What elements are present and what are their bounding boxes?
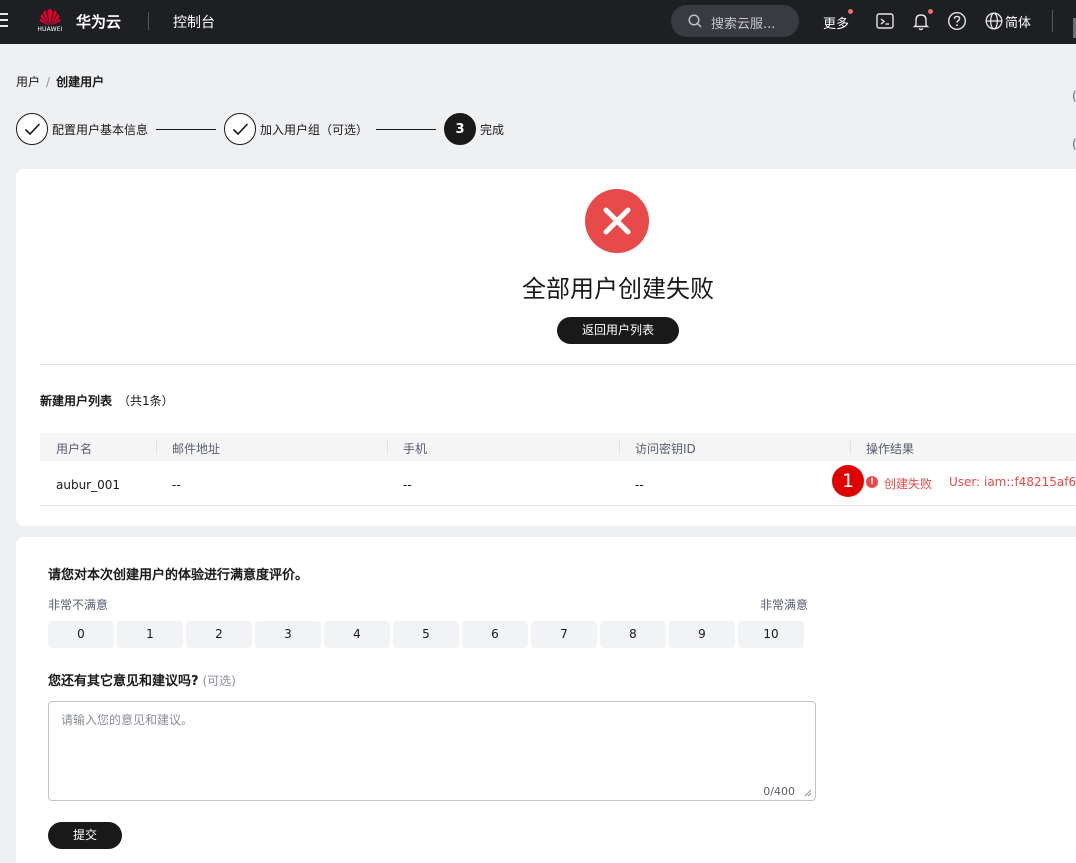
score-8-button[interactable]: 8 bbox=[600, 621, 666, 648]
logo-wordmark: HUAWEI bbox=[37, 26, 63, 33]
scale-high-label: 非常满意 bbox=[760, 598, 809, 612]
step-2-done-circle bbox=[224, 113, 256, 145]
scale-low-label: 非常不满意 bbox=[48, 598, 109, 612]
topbar-divider-right bbox=[1052, 10, 1053, 32]
table-header: 用户名 邮件地址 手机 访问密钥ID 操作结果 bbox=[40, 433, 1076, 461]
comment-textarea[interactable]: 请输入您的意见和建议。 0/400 bbox=[48, 701, 816, 801]
comment-char-counter: 0/400 bbox=[763, 785, 795, 798]
brand-name[interactable]: 华为云 bbox=[76, 11, 121, 32]
satisfaction-survey-card: 请您对本次创建用户的体验进行满意度评价。 非常不满意 非常满意 0 1 2 3 … bbox=[16, 537, 1076, 863]
user-list-heading: 新建用户列表 bbox=[40, 394, 113, 408]
search-box[interactable]: 搜索云服... bbox=[671, 5, 799, 37]
breadcrumb-users[interactable]: 用户 bbox=[16, 75, 40, 89]
resize-handle-icon[interactable] bbox=[804, 789, 812, 797]
score-9-button[interactable]: 9 bbox=[669, 621, 735, 648]
column-email: 邮件地址 bbox=[172, 442, 221, 456]
help-icon[interactable] bbox=[947, 11, 967, 31]
user-list-title: 新建用户列表 （共1条） bbox=[40, 392, 174, 409]
step-3-label: 完成 bbox=[480, 123, 505, 137]
score-2-button[interactable]: 2 bbox=[186, 621, 252, 648]
column-username: 用户名 bbox=[56, 442, 93, 456]
step-2-label: 加入用户组（可选） bbox=[260, 123, 369, 137]
score-1-button[interactable]: 1 bbox=[117, 621, 183, 648]
result-title: 全部用户创建失败 bbox=[522, 275, 714, 303]
back-to-user-list-button[interactable]: 返回用户列表 bbox=[557, 317, 679, 344]
bell-notification-dot bbox=[928, 9, 933, 14]
score-7-button[interactable]: 7 bbox=[531, 621, 597, 648]
step-3-active-circle: 3 bbox=[444, 113, 476, 145]
side-panel-edge-mark: ( bbox=[1072, 137, 1076, 151]
bell-icon[interactable] bbox=[911, 11, 931, 31]
language-switch[interactable]: 简体 bbox=[1005, 12, 1031, 31]
terminal-icon[interactable] bbox=[875, 11, 895, 31]
submit-button[interactable]: 提交 bbox=[48, 822, 122, 849]
comment-placeholder: 请输入您的意见和建议。 bbox=[61, 713, 194, 727]
result-card: 全部用户创建失败 返回用户列表 新建用户列表 （共1条） 用户名 邮件地址 手机 … bbox=[16, 169, 1076, 526]
check-icon bbox=[232, 123, 249, 136]
topbar-divider bbox=[148, 12, 149, 30]
cell-error-message[interactable]: User: iam::f48215af6f bbox=[949, 475, 1076, 489]
cell-email: -- bbox=[172, 478, 181, 492]
score-10-button[interactable]: 10 bbox=[738, 621, 804, 648]
cell-username: aubur_001 bbox=[56, 478, 121, 492]
top-navigation-bar: HUAWEI 华为云 控制台 搜索云服... 更多 简体 bbox=[0, 0, 1076, 44]
step-1-label: 配置用户基本信息 bbox=[52, 123, 149, 137]
score-0-button[interactable]: 0 bbox=[48, 621, 114, 648]
step-connector bbox=[376, 129, 436, 130]
column-divider bbox=[156, 440, 157, 454]
card-divider bbox=[40, 364, 1076, 365]
score-selector: 0 1 2 3 4 5 6 7 8 9 10 bbox=[48, 621, 808, 648]
cell-phone: -- bbox=[403, 478, 412, 492]
score-5-button[interactable]: 5 bbox=[393, 621, 459, 648]
huawei-logo[interactable]: HUAWEI bbox=[34, 6, 66, 36]
survey-question: 请您对本次创建用户的体验进行满意度评价。 bbox=[48, 568, 309, 583]
table-row: aubur_001 -- -- -- ! 创建失败 User: iam::f48… bbox=[40, 461, 1076, 506]
column-divider bbox=[850, 440, 851, 454]
comment-optional-tag: (可选) bbox=[202, 674, 236, 688]
score-6-button[interactable]: 6 bbox=[462, 621, 528, 648]
score-4-button[interactable]: 4 bbox=[324, 621, 390, 648]
cell-access-key: -- bbox=[635, 478, 644, 492]
column-divider bbox=[619, 440, 620, 454]
step-indicator: 配置用户基本信息 加入用户组（可选） 3 完成 bbox=[16, 113, 536, 145]
step-1-done-circle bbox=[16, 113, 48, 145]
error-icon: ! bbox=[866, 476, 878, 488]
annotation-marker: 1 bbox=[832, 465, 864, 497]
column-divider bbox=[387, 440, 388, 454]
search-placeholder: 搜索云服... bbox=[711, 17, 776, 32]
close-icon bbox=[603, 207, 631, 235]
score-3-button[interactable]: 3 bbox=[255, 621, 321, 648]
more-menu[interactable]: 更多 bbox=[823, 13, 849, 32]
cell-status-failed: 创建失败 bbox=[884, 477, 933, 491]
comment-question: 您还有其它意见和建议吗? (可选) bbox=[48, 670, 236, 689]
globe-icon[interactable] bbox=[984, 11, 1004, 31]
console-link[interactable]: 控制台 bbox=[173, 12, 215, 32]
search-icon bbox=[688, 14, 702, 28]
step-connector bbox=[156, 129, 216, 130]
side-panel-edge-mark: ( bbox=[1072, 89, 1076, 103]
failure-icon bbox=[585, 189, 649, 253]
check-icon bbox=[24, 123, 41, 136]
column-result: 操作结果 bbox=[866, 442, 915, 456]
menu-icon[interactable] bbox=[0, 13, 8, 29]
breadcrumb-separator: / bbox=[46, 75, 51, 89]
column-access-key: 访问密钥ID bbox=[635, 442, 696, 456]
breadcrumb-current: 创建用户 bbox=[56, 75, 105, 89]
column-phone: 手机 bbox=[403, 442, 428, 456]
comment-question-text: 您还有其它意见和建议吗? bbox=[48, 674, 199, 689]
more-notification-dot bbox=[848, 9, 853, 14]
user-list-count: （共1条） bbox=[118, 394, 174, 408]
breadcrumb: 用户 / 创建用户 bbox=[16, 73, 104, 90]
